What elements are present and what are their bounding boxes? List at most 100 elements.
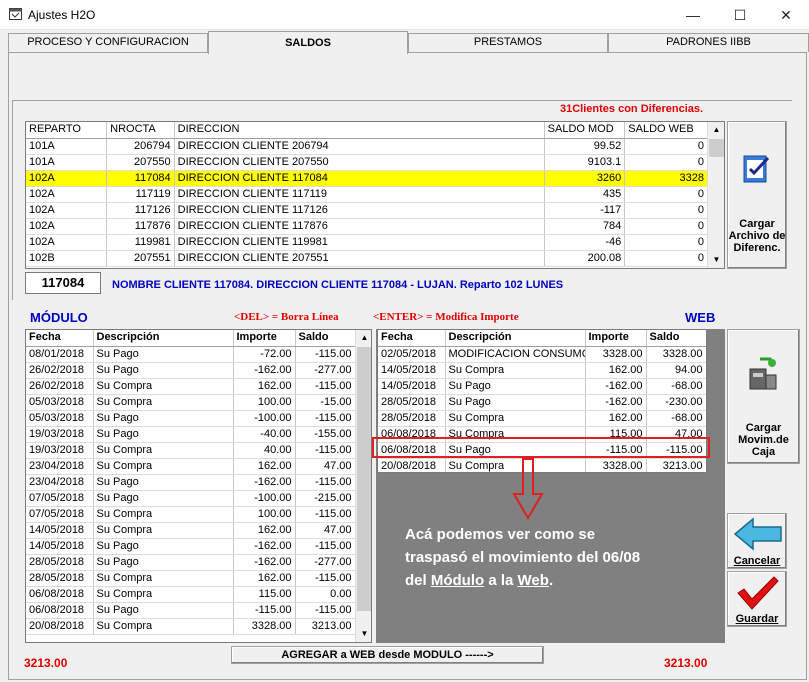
modulo-row-cell: 47.00 <box>295 458 356 475</box>
modulo-row-cell: Su Compra <box>93 586 234 603</box>
scroll-thumb[interactable] <box>709 139 724 157</box>
cancelar-button[interactable]: Cancelar <box>727 513 787 569</box>
difference-row-cell: 9103.1 <box>544 154 626 171</box>
modulo-row-cell: 115.00 <box>233 586 296 603</box>
web-row-cell: 28/05/2018 <box>378 394 446 411</box>
tab-saldos[interactable]: SALDOS <box>208 31 408 54</box>
file-check-icon <box>743 155 770 183</box>
difference-row[interactable]: 102A 117119 DIRECCION CLIENTE 117119 435 0 <box>26 186 708 203</box>
web-col-saldo[interactable]: Saldo <box>646 330 706 347</box>
modulo-row-cell: -277.00 <box>295 362 356 379</box>
modulo-row[interactable]: 05/03/2018 Su Compra 100.00 -15.00 <box>26 394 356 411</box>
difference-row-cell: 207550 <box>106 154 175 171</box>
modulo-col-saldo[interactable]: Saldo <box>295 330 356 347</box>
tab-prestamos[interactable]: PRESTAMOS <box>408 33 608 52</box>
difference-row-cell: 117119 <box>106 186 175 203</box>
col-nrocta[interactable]: NROCTA <box>106 122 175 139</box>
maximize-button[interactable]: ☐ <box>717 0 763 30</box>
modulo-row-cell: -115.00 <box>295 346 356 363</box>
differences-scrollbar[interactable]: ▲ ▼ <box>707 122 724 268</box>
modulo-row-cell: 19/03/2018 <box>26 426 94 443</box>
modulo-row[interactable]: 23/04/2018 Su Compra 162.00 47.00 <box>26 458 356 475</box>
difference-row-cell: 3328 <box>624 170 708 187</box>
modulo-row-cell: -162.00 <box>233 554 296 571</box>
modulo-row[interactable]: 07/05/2018 Su Compra 100.00 -115.00 <box>26 506 356 523</box>
checkmark-icon <box>737 576 779 610</box>
modulo-row-cell: 26/02/2018 <box>26 362 94 379</box>
modulo-row[interactable]: 14/05/2018 Su Pago -162.00 -115.00 <box>26 538 356 555</box>
difference-row[interactable]: 101A 207550 DIRECCION CLIENTE 207550 9103.1… <box>26 154 708 171</box>
web-col-importe[interactable]: Importe <box>585 330 647 347</box>
cargar-movim-button[interactable]: Cargar Movim.de Caja <box>727 329 800 464</box>
modulo-row[interactable]: 06/08/2018 Su Pago -115.00 -115.00 <box>26 602 356 619</box>
scroll-down-icon[interactable]: ▼ <box>708 252 724 268</box>
modulo-row[interactable]: 05/03/2018 Su Pago -100.00 -115.00 <box>26 410 356 427</box>
difference-row[interactable]: 102A 117126 DIRECCION CLIENTE 117126 -117 0 <box>26 202 708 219</box>
minimize-button[interactable]: — <box>670 0 716 30</box>
modulo-col-importe[interactable]: Importe <box>233 330 296 347</box>
web-row[interactable]: 14/05/2018 Su Pago -162.00 -68.00 <box>378 378 706 395</box>
tab-proceso[interactable]: PROCESO Y CONFIGURACION <box>8 33 208 52</box>
differences-grid[interactable]: REPARTO NROCTA DIRECCION SALDO MOD SALDO… <box>25 121 725 269</box>
modulo-row-cell: Su Compra <box>93 378 234 395</box>
cargar-archivo-button[interactable]: Cargar Archivo de Diferenc. <box>727 121 787 269</box>
difference-row-cell: 102B <box>26 250 108 267</box>
difference-row[interactable]: 102A 117084 DIRECCION CLIENTE 117084 3260 33… <box>26 170 708 187</box>
guardar-button[interactable]: Guardar <box>727 571 787 627</box>
modulo-row[interactable]: 23/04/2018 Su Pago -162.00 -115.00 <box>26 474 356 491</box>
modulo-row[interactable]: 08/01/2018 Su Pago -72.00 -115.00 <box>26 346 356 363</box>
modulo-row-cell: -277.00 <box>295 554 356 571</box>
modulo-row[interactable]: 28/05/2018 Su Compra 162.00 -115.00 <box>26 570 356 587</box>
difference-row-cell: 101A <box>26 138 108 155</box>
cancelar-label: Cancelar <box>733 555 781 567</box>
modulo-grid[interactable]: Fecha Descripción Importe Saldo 08/01/20… <box>25 329 372 643</box>
difference-row-cell: 101A <box>26 154 108 171</box>
difference-row[interactable]: 101A 206794 DIRECCION CLIENTE 206794 99.52 0 <box>26 138 708 155</box>
web-row-cell: 14/05/2018 <box>378 378 446 395</box>
modulo-row[interactable]: 19/03/2018 Su Compra 40.00 -115.00 <box>26 442 356 459</box>
modulo-row[interactable]: 07/05/2018 Su Pago -100.00 -215.00 <box>26 490 356 507</box>
difference-row-cell: 0 <box>624 154 708 171</box>
col-saldo-web[interactable]: SALDO WEB <box>624 122 708 139</box>
modulo-row[interactable]: 28/05/2018 Su Pago -162.00 -277.00 <box>26 554 356 571</box>
modulo-row-cell: -115.00 <box>295 570 356 587</box>
scroll-thumb[interactable] <box>357 347 371 611</box>
web-row[interactable]: 02/05/2018 MODIFICACION CONSUMO 3328.00 332… <box>378 346 706 363</box>
web-row[interactable]: 14/05/2018 Su Compra 162.00 94.00 <box>378 362 706 379</box>
scroll-up-icon[interactable]: ▲ <box>356 330 371 346</box>
web-col-descripcion[interactable]: Descripción <box>445 330 586 347</box>
modulo-row[interactable]: 14/05/2018 Su Compra 162.00 47.00 <box>26 522 356 539</box>
col-direccion[interactable]: DIRECCION <box>174 122 545 139</box>
modulo-col-descripcion[interactable]: Descripción <box>93 330 234 347</box>
modulo-row[interactable]: 20/08/2018 Su Compra 3328.00 3213.00 <box>26 618 356 635</box>
web-row[interactable]: 28/05/2018 Su Pago -162.00 -230.00 <box>378 394 706 411</box>
tab-padrones[interactable]: PADRONES IIBB <box>608 33 809 52</box>
modulo-row[interactable]: 19/03/2018 Su Pago -40.00 -155.00 <box>26 426 356 443</box>
col-saldo-mod[interactable]: SALDO MOD <box>544 122 626 139</box>
modulo-row-cell: -115.00 <box>295 538 356 555</box>
modulo-row-cell: 3328.00 <box>233 618 296 635</box>
web-row-cell: Su Compra <box>445 362 586 379</box>
modulo-col-fecha[interactable]: Fecha <box>26 330 94 347</box>
web-row[interactable]: 28/05/2018 Su Compra 162.00 -68.00 <box>378 410 706 427</box>
scroll-down-icon[interactable]: ▼ <box>356 626 371 642</box>
difference-row[interactable]: 102A 117876 DIRECCION CLIENTE 117876 784 0 <box>26 218 708 235</box>
difference-row[interactable]: 102B 207551 DIRECCION CLIENTE 207551 200.08… <box>26 250 708 267</box>
web-row-cell: -68.00 <box>646 378 706 395</box>
difference-row-cell: 119981 <box>106 234 175 251</box>
col-reparto[interactable]: REPARTO <box>26 122 108 139</box>
modulo-scrollbar[interactable]: ▲ ▼ <box>355 330 371 642</box>
modulo-row[interactable]: 06/08/2018 Su Compra 115.00 0.00 <box>26 586 356 603</box>
modulo-row-cell: 40.00 <box>233 442 296 459</box>
scroll-up-icon[interactable]: ▲ <box>708 122 724 138</box>
modulo-row[interactable]: 26/02/2018 Su Compra 162.00 -115.00 <box>26 378 356 395</box>
account-number-field[interactable]: 117084 <box>25 272 101 294</box>
modulo-row[interactable]: 26/02/2018 Su Pago -162.00 -277.00 <box>26 362 356 379</box>
difference-row[interactable]: 102A 119981 DIRECCION CLIENTE 119981 -46 0 <box>26 234 708 251</box>
web-col-fecha[interactable]: Fecha <box>378 330 446 347</box>
close-button[interactable]: ✕ <box>763 0 809 30</box>
agregar-web-button[interactable]: AGREGAR a WEB desde MODULO ------> <box>231 646 544 664</box>
difference-row-cell: DIRECCION CLIENTE 117126 <box>174 202 545 219</box>
difference-row-cell: 117126 <box>106 202 175 219</box>
modulo-row-cell: -115.00 <box>295 602 356 619</box>
